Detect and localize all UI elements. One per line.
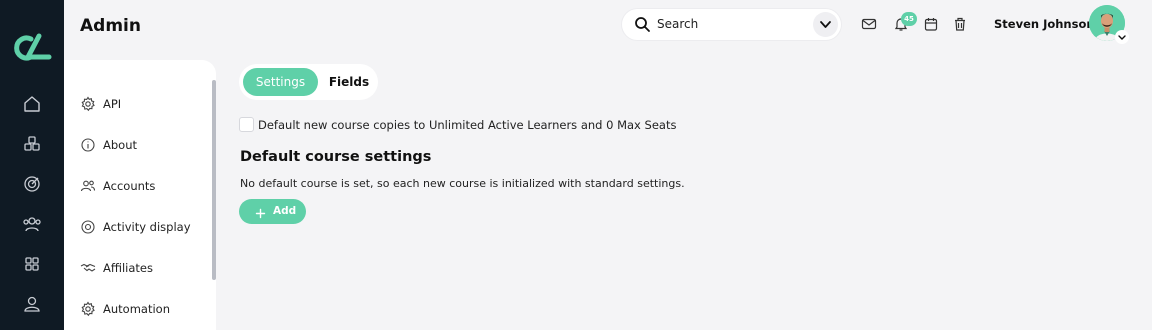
settings-item-activity-display[interactable]: Activity display — [80, 217, 210, 237]
page-title: Admin — [80, 16, 141, 36]
user-name[interactable]: Steven Johnson — [994, 17, 1095, 31]
settings-item-label: Automation — [103, 302, 170, 316]
add-button-label: Add — [273, 205, 297, 217]
info-icon — [80, 137, 96, 153]
plus-icon — [254, 205, 267, 219]
settings-item-automation[interactable]: Automation — [80, 299, 210, 319]
chevron-down-icon — [820, 21, 831, 28]
section-description: No default course is set, so each new co… — [240, 177, 685, 190]
apps-grid-icon[interactable] — [21, 253, 43, 275]
tab-bar: Settings Fields — [239, 64, 378, 100]
handshake-icon — [80, 260, 96, 276]
icon-rail — [0, 0, 64, 330]
user-menu-toggle[interactable] — [1115, 30, 1129, 44]
user-icon[interactable] — [21, 293, 43, 315]
settings-item-accounts[interactable]: Accounts — [80, 176, 210, 196]
settings-item-label: Activity display — [103, 220, 191, 234]
settings-item-affiliates[interactable]: Affiliates — [80, 258, 210, 278]
default-copies-checkbox[interactable] — [239, 117, 254, 132]
chevron-down-icon — [1118, 35, 1126, 40]
app-logo[interactable] — [11, 30, 53, 64]
users-icon[interactable] — [21, 213, 43, 235]
search-icon — [634, 16, 651, 33]
add-button[interactable]: Add — [239, 199, 306, 224]
target-icon[interactable] — [21, 173, 43, 195]
settings-sidebar: API About Accounts Activity display Affi… — [64, 60, 216, 330]
tab-settings[interactable]: Settings — [243, 68, 318, 96]
mail-icon[interactable] — [861, 16, 877, 32]
search-dropdown-button[interactable] — [813, 12, 838, 37]
section-title: Default course settings — [240, 149, 432, 165]
accounts-icon — [80, 178, 96, 194]
search-bar[interactable]: Search — [622, 9, 841, 40]
target-icon — [80, 219, 96, 235]
gear-icon — [80, 301, 96, 317]
notification-badge: 45 — [901, 12, 917, 26]
cubes-icon[interactable] — [21, 133, 43, 155]
settings-item-label: API — [103, 97, 122, 111]
calendar-icon[interactable] — [923, 16, 939, 32]
tab-fields[interactable]: Fields — [322, 68, 376, 96]
trash-icon[interactable] — [952, 16, 968, 32]
settings-item-api[interactable]: API — [80, 94, 210, 114]
search-input[interactable]: Search — [657, 17, 698, 31]
settings-item-label: Accounts — [103, 179, 156, 193]
home-icon[interactable] — [21, 93, 43, 115]
gear-icon — [80, 96, 96, 112]
settings-item-label: About — [103, 138, 138, 152]
settings-item-label: Affiliates — [103, 261, 153, 275]
sidebar-scrollbar[interactable] — [212, 80, 216, 280]
default-copies-label: Default new course copies to Unlimited A… — [258, 118, 677, 132]
settings-item-about[interactable]: About — [80, 135, 210, 155]
